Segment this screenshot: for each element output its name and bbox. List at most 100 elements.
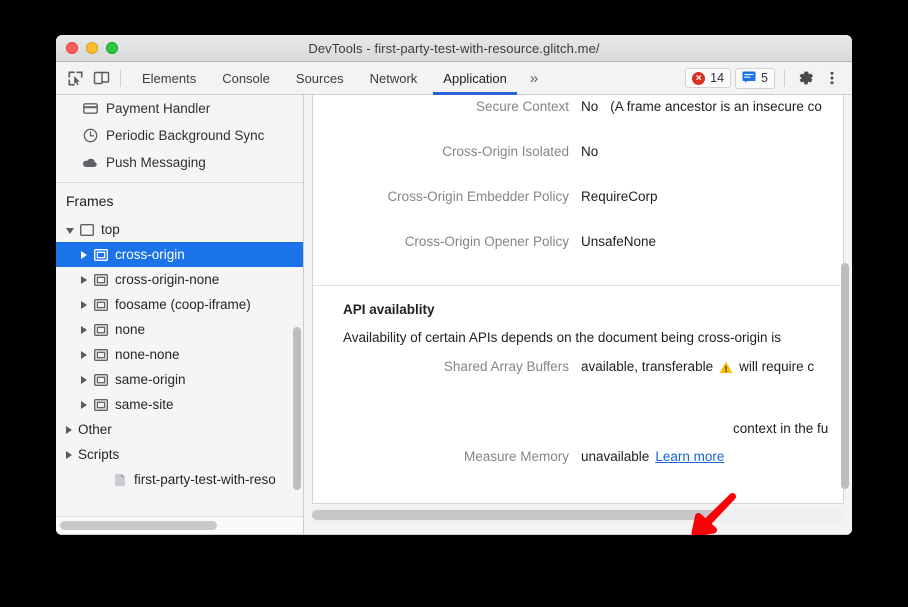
iframe-icon <box>93 372 108 387</box>
chevron-right-icon[interactable] <box>81 276 87 284</box>
frame-details-card: Secure Context No (A frame ancestor is a… <box>312 95 844 504</box>
sidebar-item-label: Push Messaging <box>106 155 206 170</box>
device-toggle-icon[interactable] <box>88 65 114 91</box>
error-icon: × <box>692 72 705 85</box>
iframe-icon <box>93 397 108 412</box>
row-key: Cross-Origin Opener Policy <box>313 234 581 249</box>
tree-item-other[interactable]: Other <box>56 417 303 442</box>
learn-more-link[interactable]: Learn more <box>655 449 724 464</box>
row-value: unavailable Learn more <box>581 449 724 464</box>
tree-item-label: Scripts <box>78 447 119 462</box>
chevron-right-icon[interactable] <box>66 426 72 434</box>
tree-item-top[interactable]: top <box>56 217 303 242</box>
tree-item-none[interactable]: none <box>56 317 303 342</box>
minimize-window-button[interactable] <box>86 42 98 54</box>
clock-icon <box>82 127 99 144</box>
tree-item-label: foosame (coop-iframe) <box>115 297 251 312</box>
iframe-icon <box>93 247 108 262</box>
tab-network[interactable]: Network <box>357 62 431 95</box>
row-value: available, transferable will require c <box>581 359 814 374</box>
chevron-right-icon[interactable] <box>81 401 87 409</box>
close-window-button[interactable] <box>66 42 78 54</box>
shared-array-buffers-value: available, transferable <box>581 359 713 374</box>
frame-details-content: Secure Context No (A frame ancestor is a… <box>313 95 843 503</box>
tree-item-first-party-test-with-reso[interactable]: first-party-test-with-reso <box>56 467 303 492</box>
chevron-right-icon[interactable] <box>81 351 87 359</box>
sidebar-item-label: Payment Handler <box>106 101 210 116</box>
tab-console[interactable]: Console <box>209 62 283 95</box>
credit-card-icon <box>82 100 99 117</box>
tree-item-cross-origin-none[interactable]: cross-origin-none <box>56 267 303 292</box>
row-value: UnsafeNone <box>581 234 656 249</box>
tree-item-scripts[interactable]: Scripts <box>56 442 303 467</box>
tree-item-cross-origin[interactable]: cross-origin <box>56 242 303 267</box>
api-availability-heading: API availablity <box>313 286 843 317</box>
row-shared-array-buffers: Shared Array Buffers available, transfer… <box>313 359 843 404</box>
row-value: RequireCorp <box>581 189 658 204</box>
tree-item-label: none-none <box>115 347 180 362</box>
main-vertical-scrollbar[interactable] <box>841 263 849 489</box>
panel-tabs: Elements Console Sources Network Applica… <box>129 62 520 95</box>
tree-item-same-origin[interactable]: same-origin <box>56 367 303 392</box>
toolbar-separator <box>120 69 121 87</box>
chevron-right-icon[interactable] <box>81 326 87 334</box>
row-key: Measure Memory <box>313 449 581 464</box>
row-key: Shared Array Buffers <box>313 359 581 374</box>
sidebar-vertical-scrollbar[interactable] <box>293 327 301 490</box>
warning-triangle-icon <box>719 361 733 375</box>
chevron-right-icon[interactable] <box>81 376 87 384</box>
chevron-right-icon[interactable] <box>81 301 87 309</box>
tab-application[interactable]: Application <box>430 62 520 95</box>
iframe-icon <box>93 272 108 287</box>
document-icon <box>112 472 127 487</box>
sidebar-divider <box>56 182 303 183</box>
background-services-group: Payment Handler Periodic Background Sync <box>56 95 303 176</box>
chevron-right-icon[interactable] <box>66 451 72 459</box>
chevron-down-icon[interactable] <box>66 228 74 234</box>
tab-elements[interactable]: Elements <box>129 62 209 95</box>
message-count-badge[interactable]: 5 <box>735 68 775 89</box>
application-sidebar: Payment Handler Periodic Background Sync <box>56 95 304 534</box>
tab-sources[interactable]: Sources <box>283 62 357 95</box>
devtools-toolbar: Elements Console Sources Network Applica… <box>56 62 852 95</box>
tree-item-same-site[interactable]: same-site <box>56 392 303 417</box>
secure-context-note: (A frame ancestor is an insecure co <box>610 99 822 114</box>
tree-item-label: same-origin <box>115 372 186 387</box>
more-tabs-button[interactable]: » <box>520 70 548 87</box>
kebab-menu-icon[interactable] <box>820 66 844 90</box>
cloud-icon <box>82 154 99 171</box>
sidebar-item-label: Periodic Background Sync <box>106 128 264 143</box>
secure-context-value: No <box>581 99 598 114</box>
tree-item-label: cross-origin <box>115 247 185 262</box>
error-count-label: 14 <box>710 71 724 85</box>
chevron-right-icon[interactable] <box>81 251 87 259</box>
sidebar-item-payment-handler[interactable]: Payment Handler <box>56 95 303 122</box>
sidebar-item-push-messaging[interactable]: Push Messaging <box>56 149 303 176</box>
error-count-badge[interactable]: × 14 <box>685 68 731 88</box>
frame-icon <box>79 222 94 237</box>
inspect-cursor-icon[interactable] <box>62 65 88 91</box>
tree-item-label: top <box>101 222 120 237</box>
iframe-icon <box>93 347 108 362</box>
sidebar-item-periodic-background-sync[interactable]: Periodic Background Sync <box>56 122 303 149</box>
main-horizontal-scrollbar-track[interactable] <box>312 508 844 522</box>
row-value: No <box>581 144 598 159</box>
tree-item-none-none[interactable]: none-none <box>56 342 303 367</box>
sidebar-horizontal-scrollbar-thumb[interactable] <box>60 521 217 530</box>
devtools-body: Payment Handler Periodic Background Sync <box>56 95 852 534</box>
main-horizontal-scrollbar-thumb[interactable] <box>312 510 716 520</box>
iframe-icon <box>93 322 108 337</box>
shared-array-buffers-continuation: context in the fu <box>313 421 843 436</box>
api-availability-description: Availability of certain APIs depends on … <box>313 317 843 345</box>
sidebar-horizontal-scrollbar-track[interactable] <box>56 516 303 534</box>
tree-item-label: Other <box>78 422 112 437</box>
maximize-window-button[interactable] <box>106 42 118 54</box>
tree-item-foosame-coop-iframe[interactable]: foosame (coop-iframe) <box>56 292 303 317</box>
tree-item-label: first-party-test-with-reso <box>134 472 276 487</box>
sidebar-scroll-area: Payment Handler Periodic Background Sync <box>56 95 303 516</box>
row-cross-origin-isolated: Cross-Origin Isolated No <box>313 144 843 189</box>
message-count-label: 5 <box>761 71 768 85</box>
toolbar-right-separator <box>784 69 785 87</box>
row-key: Cross-Origin Embedder Policy <box>313 189 581 204</box>
gear-icon[interactable] <box>794 66 818 90</box>
